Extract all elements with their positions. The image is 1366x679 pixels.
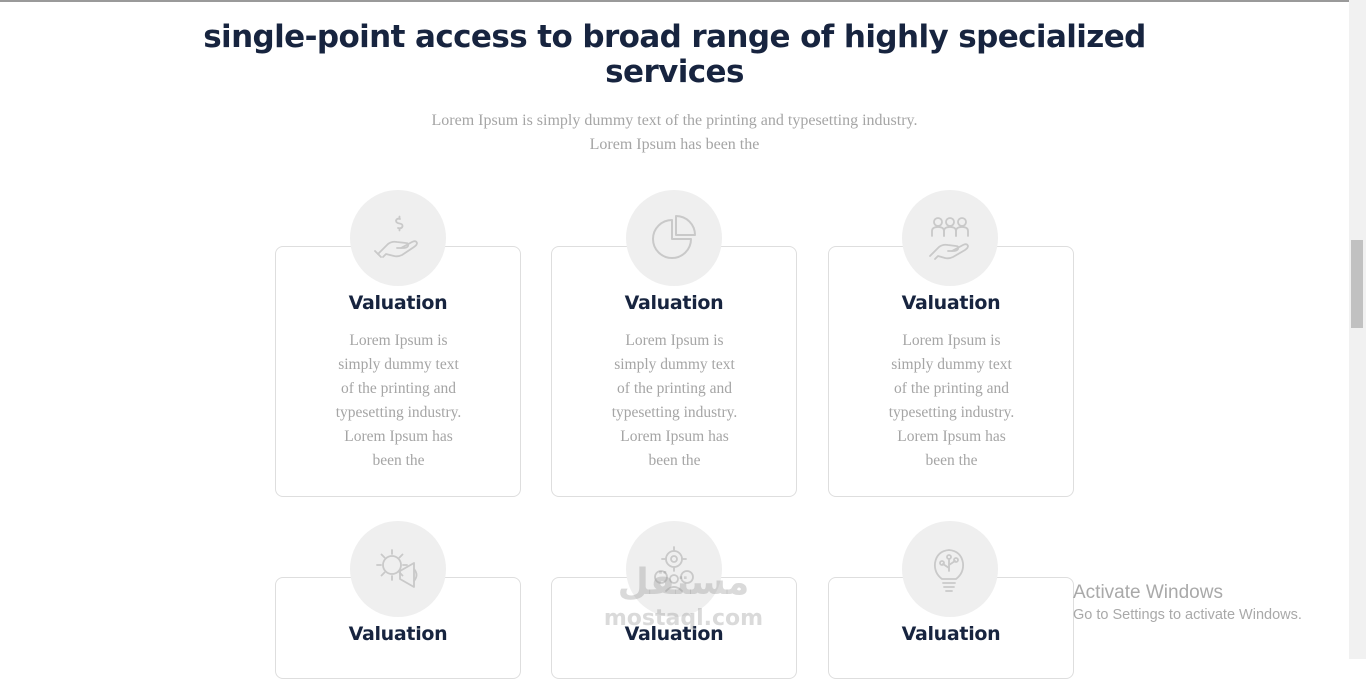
scrollbar-thumb[interactable] bbox=[1351, 240, 1363, 328]
hand-dollar-icon bbox=[350, 190, 446, 286]
card-description: Lorem Ipsum is simply dummy text of the … bbox=[335, 332, 462, 469]
card-title: Valuation bbox=[624, 292, 724, 314]
pie-chart-icon bbox=[626, 190, 722, 286]
card-title: Valuation bbox=[348, 292, 448, 314]
mostaql-watermark: مستقل mostaql.com bbox=[596, 560, 771, 645]
watermark-latin: mostaql.com bbox=[603, 606, 764, 631]
activate-windows-title: Activate Windows bbox=[1073, 582, 1223, 603]
card-description: Lorem Ipsum is simply dummy text of the … bbox=[611, 332, 738, 469]
vertical-scrollbar[interactable] bbox=[1349, 0, 1366, 659]
watermark-arabic: مستقل bbox=[617, 562, 750, 603]
section-intro: Lorem Ipsum is simply dummy text of the … bbox=[431, 112, 918, 153]
activate-windows-subtitle: Go to Settings to activate Windows. bbox=[1073, 607, 1302, 623]
top-divider bbox=[0, 0, 1349, 2]
section-heading: single-point access to broad range of hi… bbox=[203, 19, 1146, 90]
gear-megaphone-icon bbox=[350, 521, 446, 617]
card-title: Valuation bbox=[901, 623, 1001, 645]
card-title: Valuation bbox=[348, 623, 448, 645]
activate-windows-notice: Activate Windows Go to Settings to activ… bbox=[1073, 581, 1302, 625]
bulb-circuit-icon bbox=[902, 521, 998, 617]
card-description: Lorem Ipsum is simply dummy text of the … bbox=[888, 332, 1015, 469]
card-title: Valuation bbox=[901, 292, 1001, 314]
hand-people-icon bbox=[902, 190, 998, 286]
